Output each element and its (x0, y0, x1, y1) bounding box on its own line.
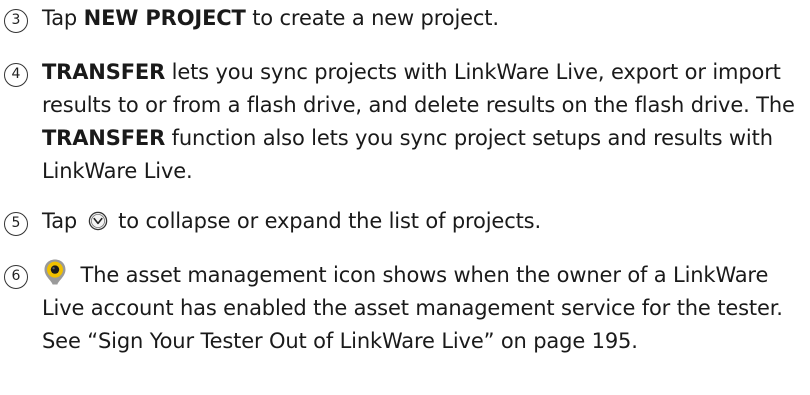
step-number-4: 4 (4, 63, 28, 87)
step-5-text-a: Tap (42, 209, 84, 233)
new-project-label: NEW PROJECT (83, 6, 246, 30)
step-number-3: 3 (4, 9, 28, 33)
step-3-text-a: Tap (42, 6, 84, 30)
step-text-3: Tap NEW PROJECT to create a new project. (42, 2, 807, 35)
step-3-text-b: to create a new project. (245, 6, 499, 30)
manual-page: 3 Tap NEW PROJECT to create a new projec… (0, 0, 810, 395)
step-number-6: 6 (4, 265, 28, 289)
step-6-text: The asset management icon shows when the… (42, 263, 783, 353)
asset-management-icon (42, 258, 68, 286)
step-5-text-b: to collapse or expand the list of projec… (111, 209, 541, 233)
step-text-5: Tap to collapse or expand the list of pr… (42, 205, 807, 238)
transfer-label: TRANSFER (42, 60, 166, 84)
transfer-label-2: TRANSFER (42, 126, 166, 150)
step-number-5: 5 (4, 212, 28, 236)
step-text-6: The asset management icon shows when the… (42, 258, 807, 358)
chevron-down-circle-icon (88, 208, 108, 231)
step-text-4: TRANSFER lets you sync projects with Lin… (42, 56, 807, 188)
